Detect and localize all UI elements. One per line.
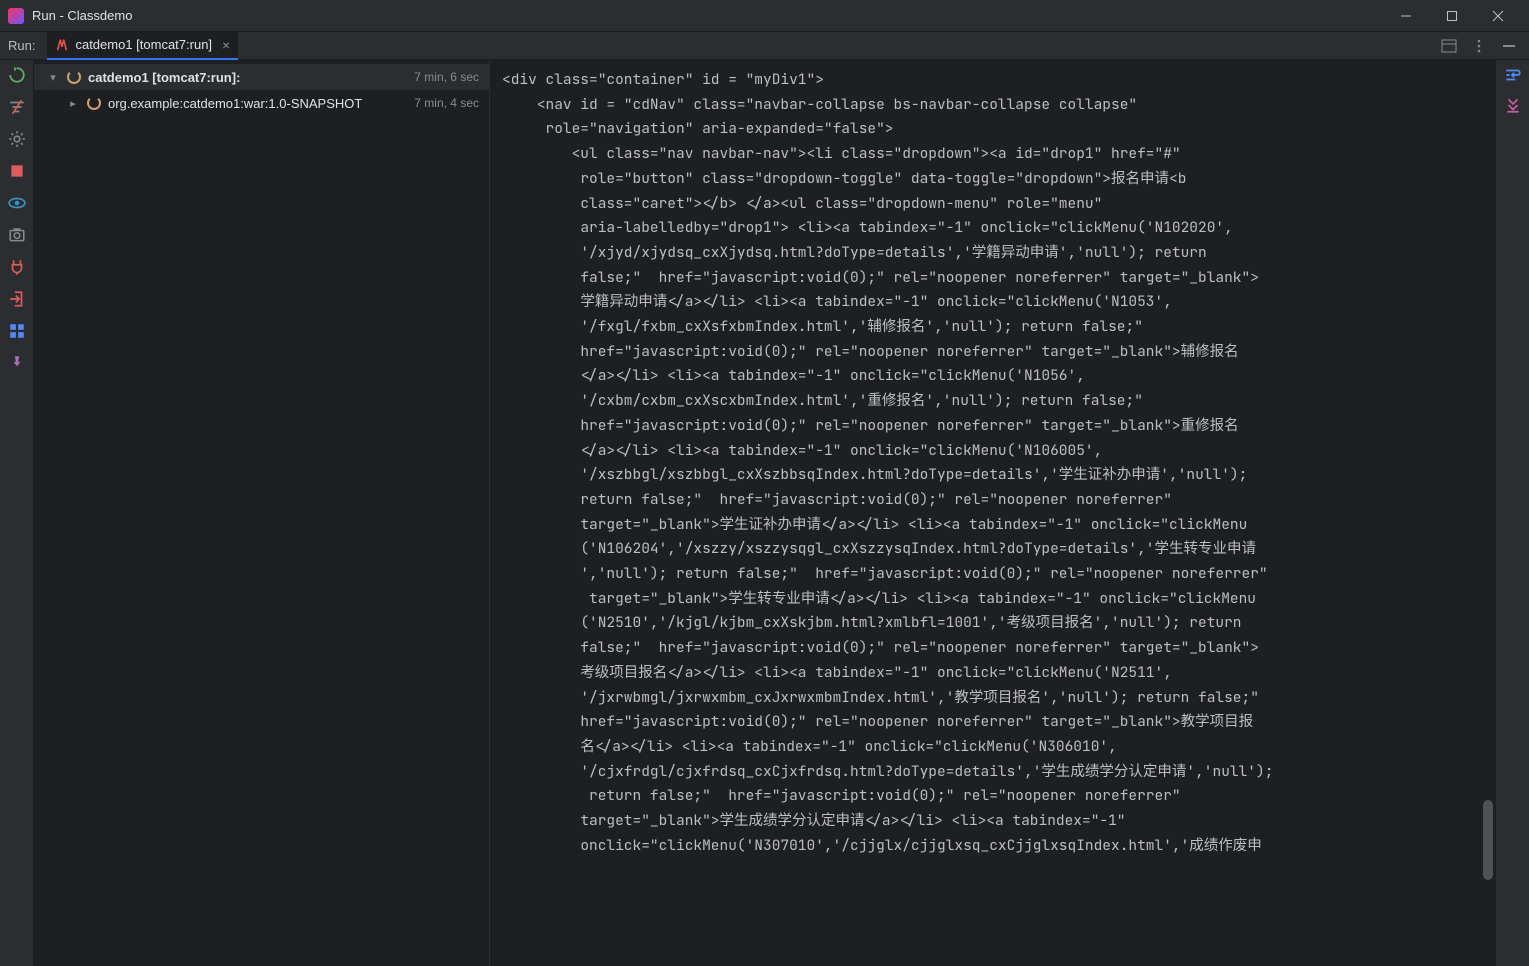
hide-icon[interactable] — [1501, 38, 1517, 54]
tree-root-row[interactable]: ▾ catdemo1 [tomcat7:run]: 7 min, 6 sec — [34, 64, 489, 90]
exit-icon[interactable] — [8, 290, 26, 308]
plug-icon[interactable] — [8, 258, 26, 276]
window-controls — [1383, 0, 1521, 32]
chevron-right-icon[interactable]: ▸ — [66, 97, 80, 110]
maximize-button[interactable] — [1429, 0, 1475, 32]
rerun-icon[interactable] — [8, 66, 26, 84]
right-action-gutter — [1495, 60, 1529, 966]
main-area: ▾ catdemo1 [tomcat7:run]: 7 min, 6 sec ▸… — [0, 60, 1529, 966]
close-tab-icon[interactable]: × — [222, 37, 230, 53]
maven-icon — [55, 38, 69, 52]
scroll-to-end-icon[interactable] — [1504, 96, 1522, 114]
snapshot-icon[interactable] — [8, 226, 26, 244]
layout-settings-icon[interactable] — [8, 322, 26, 340]
close-button[interactable] — [1475, 0, 1521, 32]
layout-icon[interactable] — [1441, 38, 1457, 54]
debug-view-icon[interactable] — [8, 194, 26, 212]
filter-icon[interactable] — [8, 98, 26, 116]
window-title: Run - Classdemo — [32, 8, 132, 23]
left-action-gutter — [0, 60, 34, 966]
run-tab[interactable]: catdemo1 [tomcat7:run] × — [47, 32, 238, 60]
tree-child-time: 7 min, 4 sec — [414, 96, 479, 110]
scrollbar-thumb[interactable] — [1483, 800, 1493, 880]
tree-root-label: catdemo1 [tomcat7:run]: — [88, 70, 240, 85]
build-tree: ▾ catdemo1 [tomcat7:run]: 7 min, 6 sec ▸… — [34, 60, 490, 966]
stop-icon[interactable] — [8, 162, 26, 180]
chevron-down-icon[interactable]: ▾ — [46, 71, 60, 84]
tree-root-time: 7 min, 6 sec — [414, 70, 479, 84]
pin-icon[interactable] — [8, 354, 26, 372]
soft-wrap-icon[interactable] — [1504, 66, 1522, 84]
titlebar: Run - Classdemo — [0, 0, 1529, 32]
console-text[interactable]: <div class="container" id = "myDiv1"> <n… — [502, 68, 1483, 859]
run-tab-label: catdemo1 [tomcat7:run] — [75, 37, 212, 52]
run-toolwindow-header: Run: catdemo1 [tomcat7:run] × — [0, 32, 1529, 60]
tree-child-row[interactable]: ▸ org.example:catdemo1:war:1.0-SNAPSHOT … — [34, 90, 489, 116]
app-icon — [8, 8, 24, 24]
run-label: Run: — [8, 38, 35, 53]
settings-icon[interactable] — [8, 130, 26, 148]
loading-icon — [86, 95, 102, 111]
tree-child-label: org.example:catdemo1:war:1.0-SNAPSHOT — [108, 96, 362, 111]
minimize-button[interactable] — [1383, 0, 1429, 32]
console-output[interactable]: <div class="container" id = "myDiv1"> <n… — [490, 60, 1495, 966]
more-icon[interactable] — [1471, 38, 1487, 54]
loading-icon — [66, 69, 82, 85]
